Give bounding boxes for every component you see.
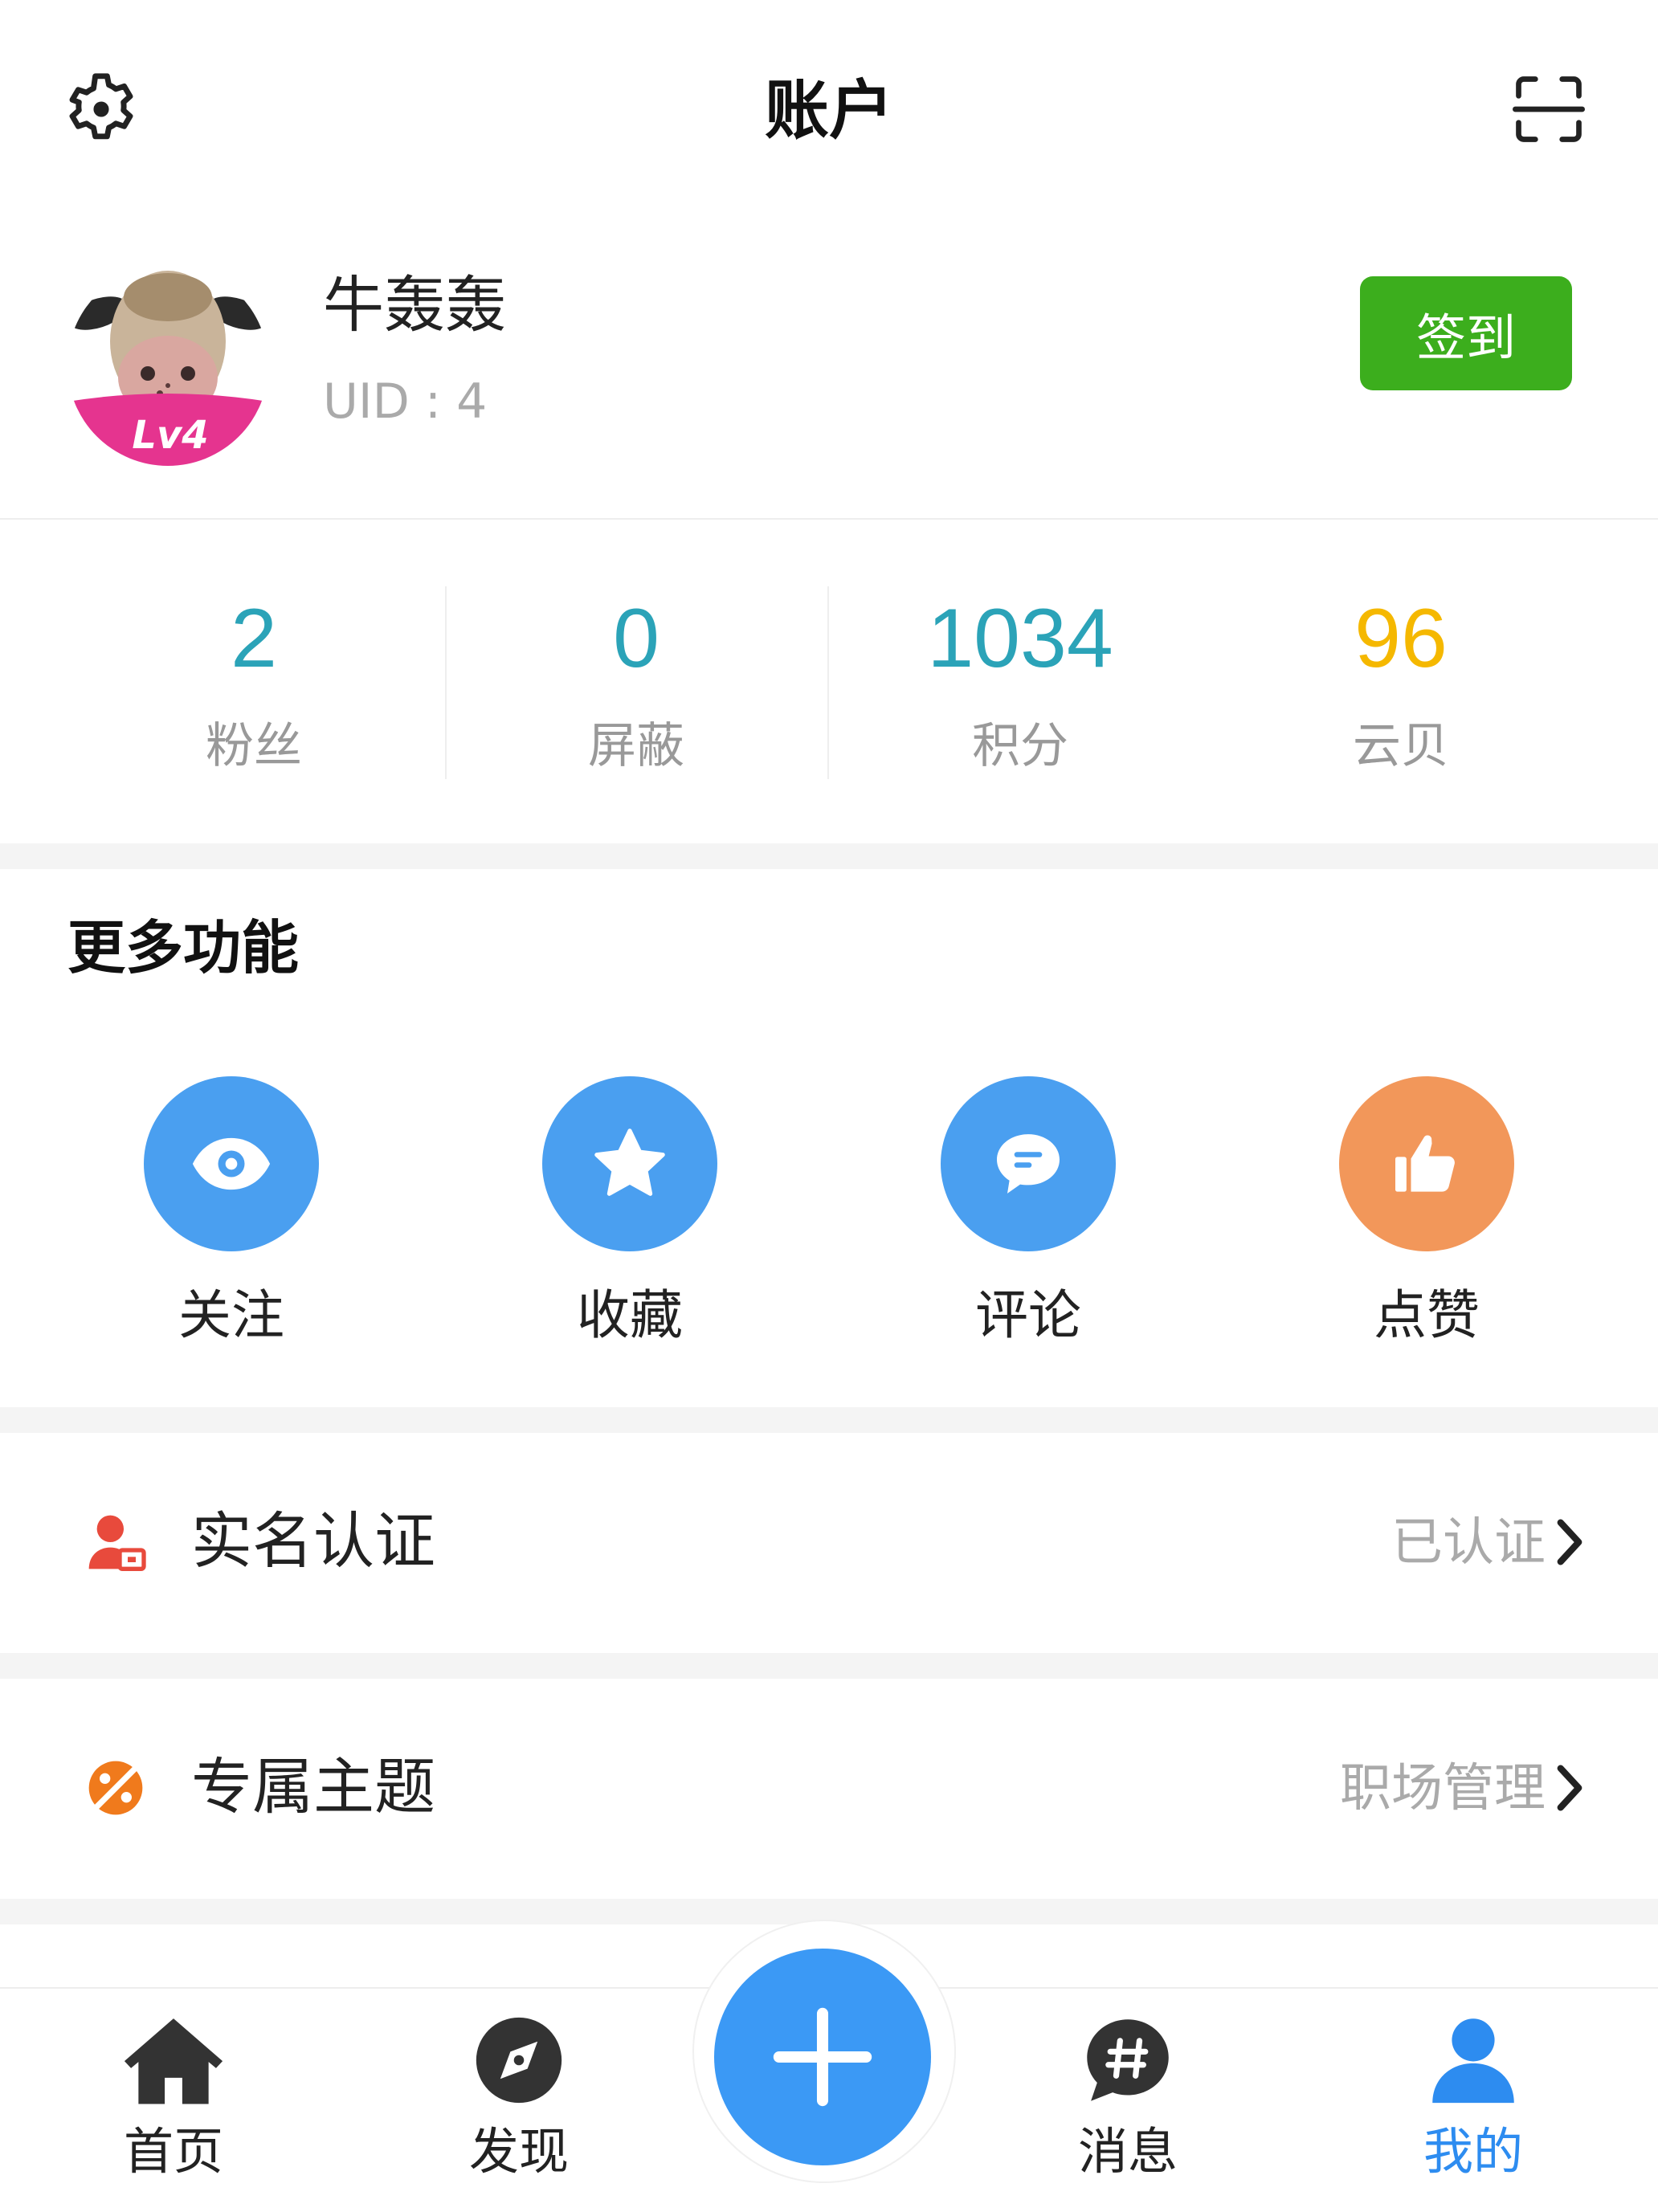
row-label: 实名认证	[191, 1505, 435, 1577]
comment-icon	[997, 1134, 1060, 1194]
tab-messages[interactable]: 消息	[1007, 2008, 1248, 2188]
scan-icon	[1513, 76, 1585, 142]
stat-value: 0	[613, 592, 660, 685]
tab-mine[interactable]: 我的	[1353, 2008, 1594, 2188]
stat-value: 96	[1354, 592, 1448, 685]
tab-label: 消息	[1077, 2122, 1178, 2181]
func-favorites[interactable]: 收藏	[469, 1076, 790, 1356]
id-verify-icon	[88, 1515, 146, 1571]
eye-icon	[192, 1137, 271, 1190]
func-label: 收藏	[577, 1284, 683, 1346]
func-follow[interactable]: 关注	[71, 1076, 392, 1356]
row-real-name[interactable]: 实名认证 已认证	[0, 1433, 1658, 1651]
level-badge: Lv4	[132, 413, 208, 458]
checkin-button[interactable]: 签到	[1360, 276, 1572, 390]
divider	[0, 518, 1658, 520]
avatar[interactable]: Lv4	[67, 265, 268, 466]
func-icon-circle	[1339, 1076, 1514, 1251]
row-value: 已认证	[1391, 1513, 1546, 1573]
stat-points[interactable]: 1034 积分	[813, 578, 1227, 790]
avatar-image: Lv4	[67, 265, 268, 466]
section-gap	[0, 1653, 1658, 1679]
chevron-right-icon	[1557, 1765, 1582, 1811]
stat-label: 粉丝	[206, 718, 302, 774]
message-icon	[1087, 2019, 1169, 2101]
username: 牛轰轰	[323, 269, 506, 341]
func-likes[interactable]: 点赞	[1266, 1076, 1587, 1356]
tab-label: 我的	[1423, 2122, 1523, 2181]
add-post-button[interactable]	[714, 1949, 931, 2165]
func-icon-circle	[542, 1076, 717, 1251]
stat-label: 屏蔽	[588, 718, 684, 774]
user-uid: UID : 4	[323, 373, 488, 430]
page-title: 账户	[765, 73, 893, 148]
section-gap	[0, 1407, 1658, 1433]
compass-icon	[476, 2017, 562, 2104]
func-label: 关注	[178, 1284, 284, 1346]
section-gap	[0, 843, 1658, 869]
home-icon	[124, 2018, 223, 2104]
func-label: 评论	[975, 1284, 1081, 1346]
stat-value: 2	[231, 592, 277, 685]
thumbs-up-icon	[1395, 1135, 1455, 1192]
tab-home[interactable]: 首页	[53, 2008, 294, 2188]
stat-label: 积分	[972, 718, 1068, 774]
star-icon	[594, 1128, 665, 1196]
row-value: 职场管理	[1340, 1759, 1546, 1818]
tab-label: 首页	[123, 2122, 223, 2181]
scan-button[interactable]	[1501, 61, 1597, 157]
stat-value: 1034	[927, 592, 1113, 685]
func-label: 点赞	[1374, 1284, 1480, 1346]
stat-label: 云贝	[1353, 718, 1449, 774]
stat-coins[interactable]: 96 云贝	[1194, 578, 1608, 790]
plus-icon	[773, 2007, 872, 2107]
section-title: 更多功能	[67, 914, 300, 982]
stat-fans[interactable]: 2 粉丝	[47, 578, 461, 790]
row-exclusive-theme[interactable]: 专属主题 职场管理	[0, 1679, 1658, 1897]
tab-label: 发现	[468, 2122, 569, 2181]
row-label: 专属主题	[191, 1751, 435, 1822]
stat-blocked[interactable]: 0 屏蔽	[429, 578, 843, 790]
theme-icon	[88, 1761, 143, 1815]
header: 账户	[0, 0, 1658, 217]
chevron-right-icon	[1557, 1519, 1582, 1565]
user-icon	[1432, 2018, 1514, 2104]
func-icon-circle	[941, 1076, 1116, 1251]
func-icon-circle	[144, 1076, 319, 1251]
tab-discover[interactable]: 发现	[398, 2008, 639, 2188]
func-comments[interactable]: 评论	[868, 1076, 1189, 1356]
